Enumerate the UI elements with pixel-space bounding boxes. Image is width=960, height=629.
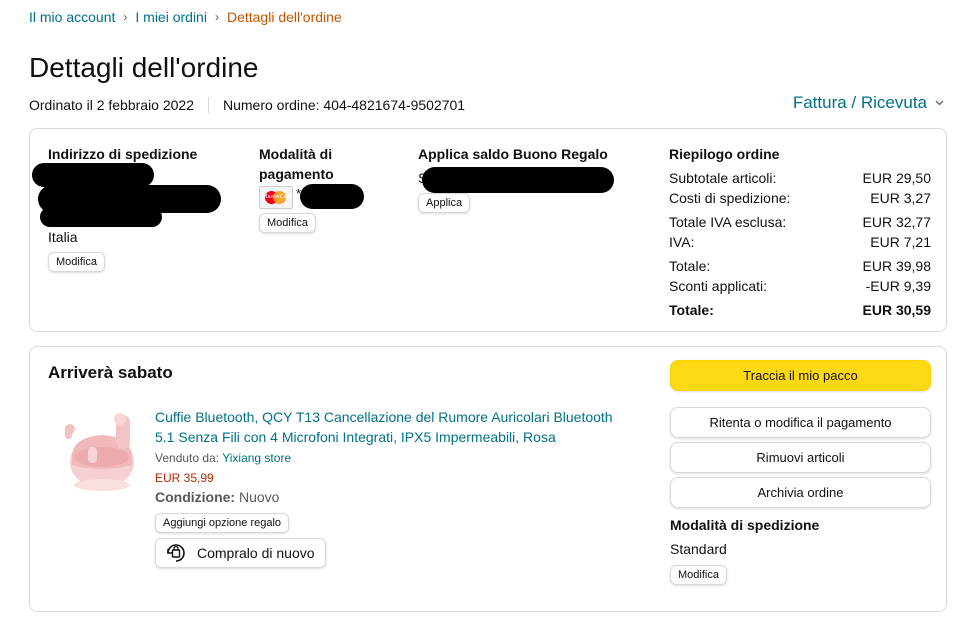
redacted-card-number — [300, 184, 364, 209]
edit-shipping-method-button[interactable]: Modifica — [670, 565, 727, 585]
sold-by: Venduto da: Yixiang store — [155, 451, 292, 465]
breadcrumb-my-orders[interactable]: I miei ordini — [135, 9, 207, 25]
breadcrumb-separator: › — [214, 10, 219, 24]
shipping-method-title: Modalità di spedizione — [670, 517, 820, 533]
edit-payment-button[interactable]: Modifica — [259, 213, 316, 233]
summary-row: Subtotale articoli: EUR 29,50 — [669, 170, 931, 186]
shipping-address-title: Indirizzo di spedizione — [48, 146, 198, 162]
card-brand-text: MasterCard — [263, 194, 292, 200]
summary-grand-total: Totale: EUR 30,59 — [669, 302, 931, 318]
breadcrumb-separator: › — [123, 10, 128, 24]
breadcrumb: Il mio account › I miei ordini › Dettagl… — [29, 9, 342, 25]
order-info-box: Indirizzo di spedizione Italia Modifica … — [29, 128, 947, 332]
order-summary: Riepilogo ordine Subtotale articoli: EUR … — [669, 144, 931, 320]
summary-row: Totale: EUR 39,98 — [669, 258, 931, 274]
pink-earbuds-image — [65, 413, 134, 491]
order-summary-title: Riepilogo ordine — [669, 146, 780, 162]
summary-row: Costi di spedizione: EUR 3,27 — [669, 190, 931, 206]
apply-gift-card-button[interactable]: Applica — [418, 193, 471, 213]
meta-divider — [208, 97, 209, 113]
invoice-dropdown[interactable]: Fattura / Ricevuta — [793, 93, 944, 113]
redacted-address-line — [32, 163, 154, 187]
seller-link[interactable]: Yixiang store — [222, 451, 291, 465]
chevron-down-icon — [935, 97, 944, 109]
order-number: Numero ordine: 404-4821674-9502701 — [223, 97, 466, 113]
product-image[interactable] — [60, 407, 142, 497]
breadcrumb-my-account[interactable]: Il mio account — [29, 9, 115, 25]
mastercard-icon: MasterCard — [259, 186, 293, 209]
redacted-address-line — [40, 207, 162, 227]
shipping-country: Italia — [48, 229, 78, 245]
redacted-gift-card-code — [422, 167, 614, 193]
product-title-link[interactable]: Cuffie Bluetooth, QCY T13 Cancellazione … — [155, 407, 635, 447]
arrival-status: Arriverà sabato — [48, 363, 173, 382]
buy-again-icon — [164, 541, 188, 565]
shipping-method-value: Standard — [670, 541, 727, 557]
order-date: Ordinato il 2 febbraio 2022 — [29, 97, 194, 113]
buy-again-button[interactable]: Compralo di nuovo — [155, 538, 326, 568]
summary-row: Sconti applicati: -EUR 9,39 — [669, 278, 931, 294]
order-meta: Ordinato il 2 febbraio 2022 Numero ordin… — [29, 97, 465, 113]
add-gift-option-button[interactable]: Aggiungi opzione regalo — [155, 513, 290, 533]
retry-payment-button[interactable]: Ritenta o modifica il pagamento — [670, 407, 931, 438]
edit-address-button[interactable]: Modifica — [48, 252, 105, 272]
remove-items-button[interactable]: Rimuovi articoli — [670, 442, 931, 473]
archive-order-button[interactable]: Archivia ordine — [670, 477, 931, 508]
buy-again-label: Compralo di nuovo — [197, 545, 315, 561]
shipment-box: Arriverà sabato Cuffie Bluetooth, QCY T1… — [29, 346, 947, 612]
track-package-button[interactable]: Traccia il mio pacco — [670, 360, 931, 391]
payment-method-title: Modalità di pagamento — [259, 146, 334, 182]
product-condition: Condizione: Nuovo — [155, 489, 280, 505]
product-price: EUR 35,99 — [155, 471, 214, 485]
gift-card-title: Applica saldo Buono Regalo — [418, 146, 608, 162]
summary-row: Totale IVA esclusa: EUR 32,77 — [669, 214, 931, 230]
summary-row: IVA: EUR 7,21 — [669, 234, 931, 250]
invoice-label: Fattura / Ricevuta — [792, 93, 927, 112]
page-title: Dettagli dell'ordine — [29, 52, 259, 83]
breadcrumb-current: Dettagli dell'ordine — [226, 9, 342, 25]
